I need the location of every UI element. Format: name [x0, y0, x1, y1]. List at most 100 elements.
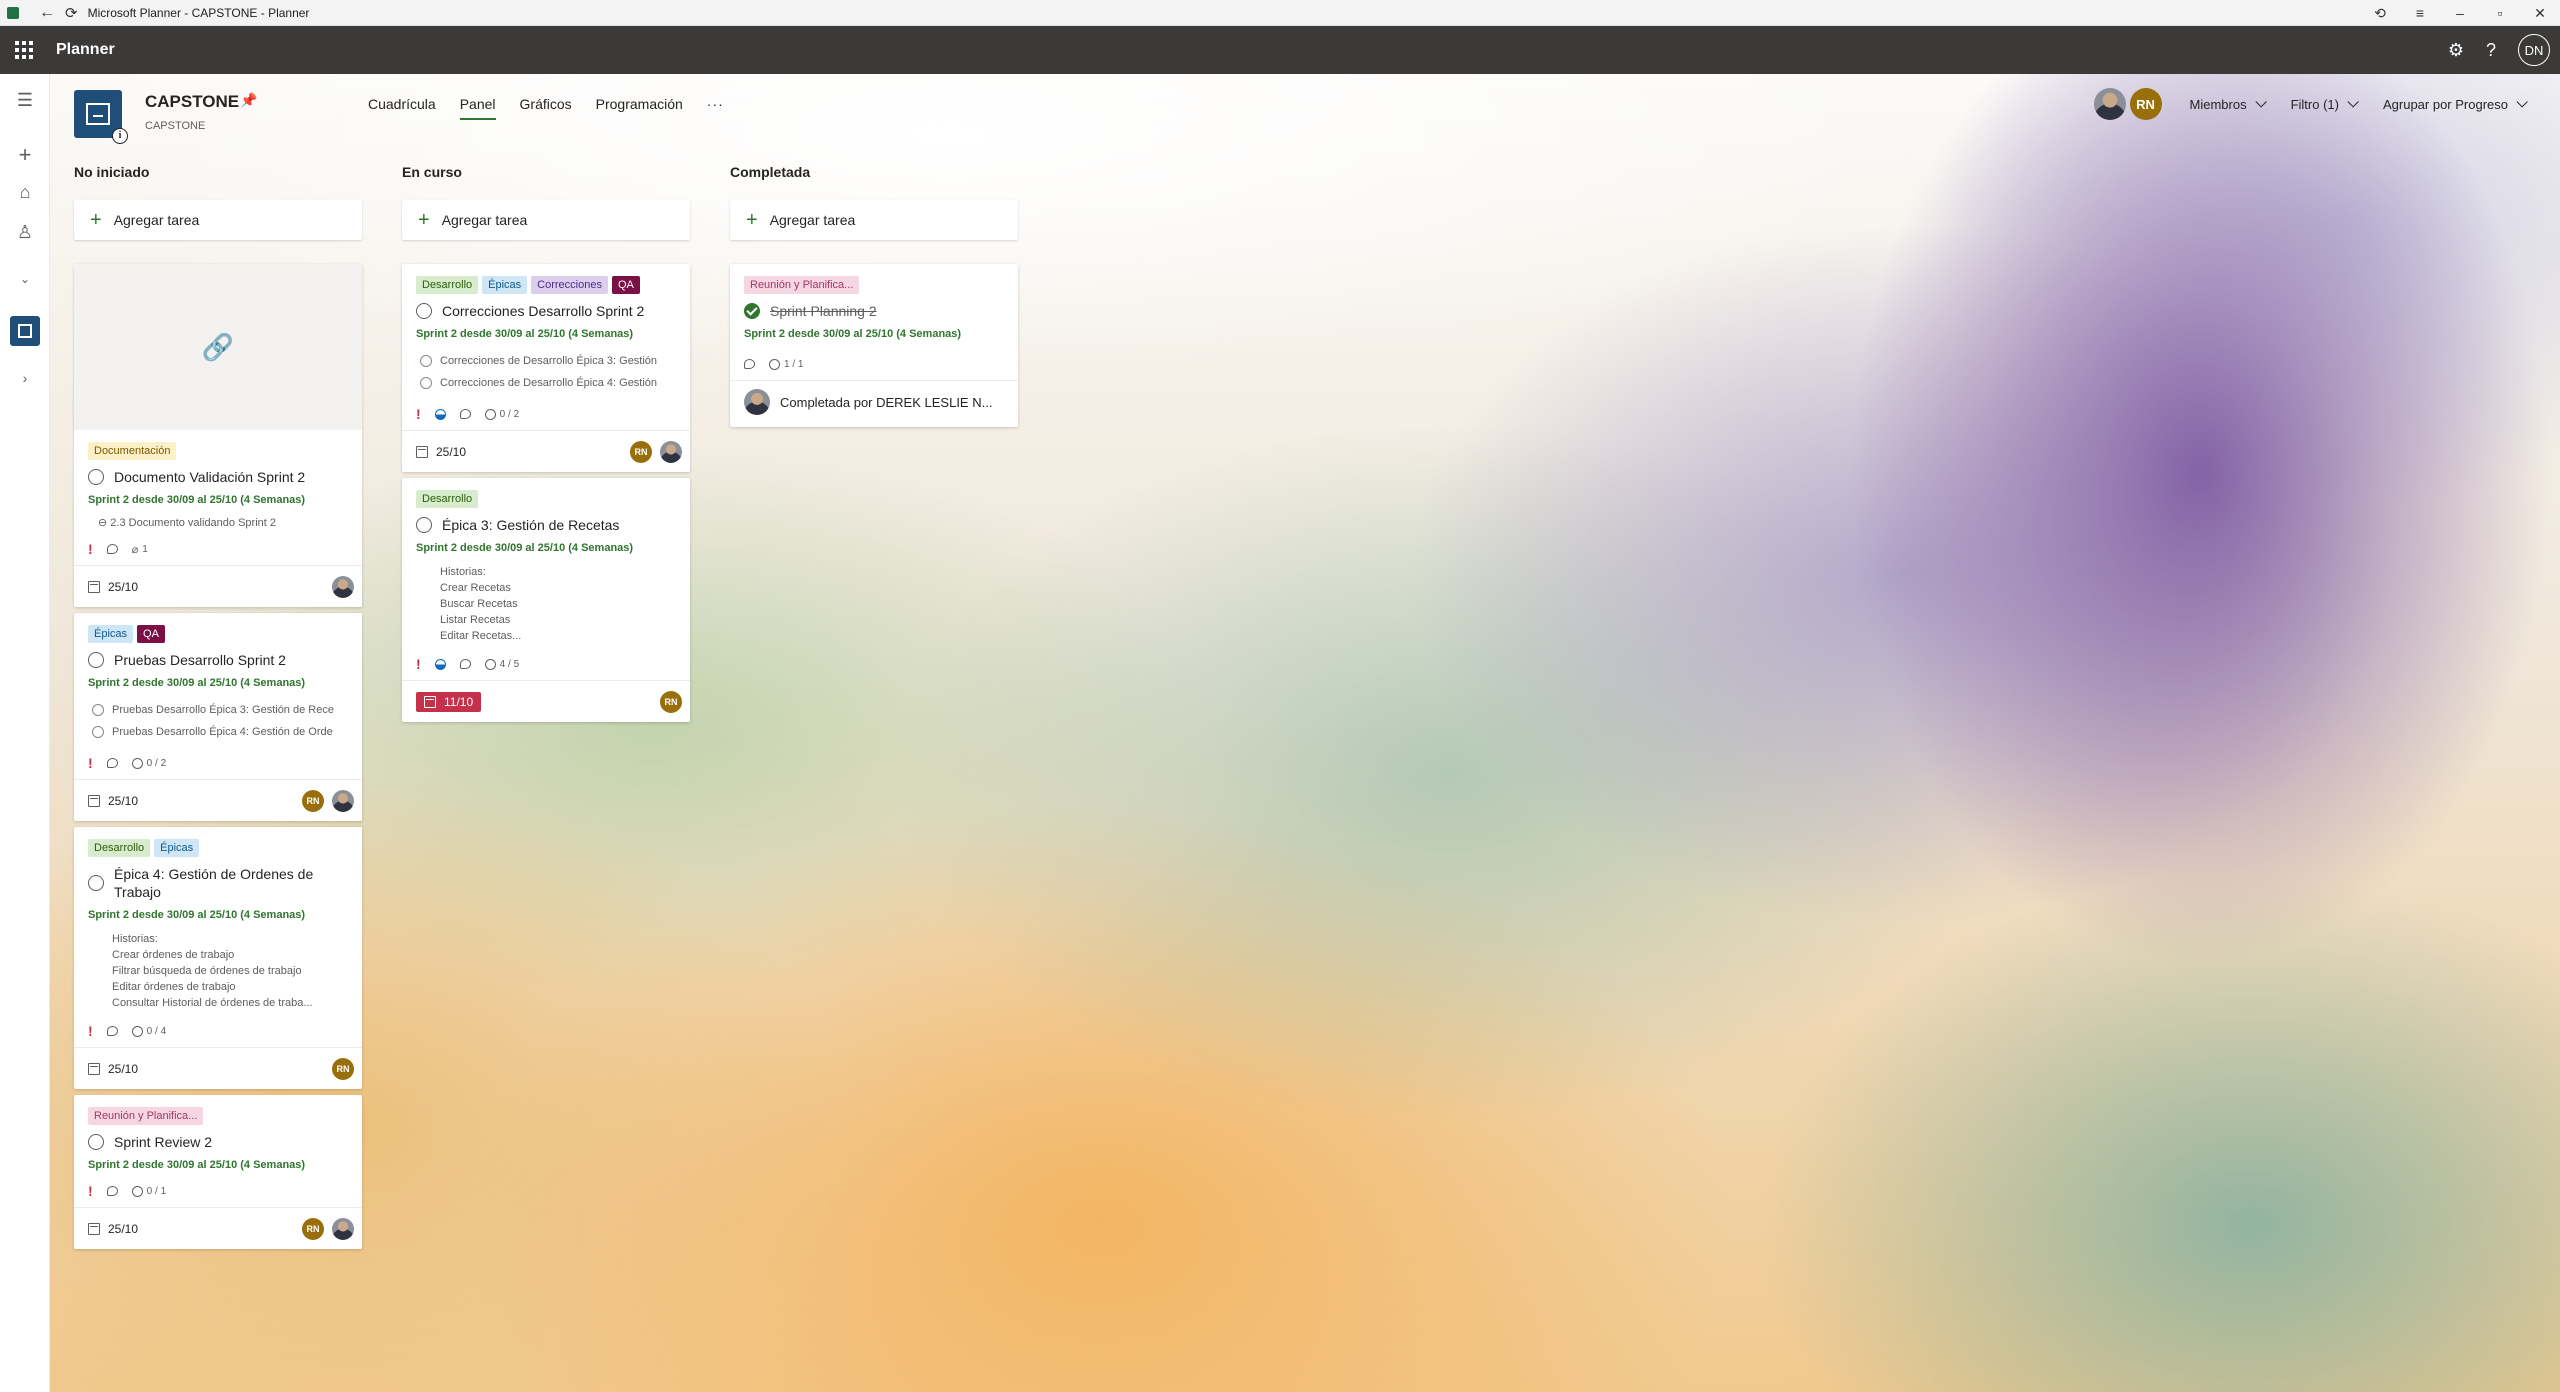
tab-board[interactable]: Panel: [459, 96, 496, 120]
refresh-icon[interactable]: ⟳: [65, 4, 78, 22]
task-card[interactable]: Desarrollo Épicas Correcciones QA Correc…: [402, 264, 690, 472]
checklist-checkbox[interactable]: [92, 704, 104, 716]
checklist-item[interactable]: Correcciones de Desarrollo Épica 4: Gest…: [420, 372, 676, 394]
add-task-button[interactable]: + Agregar tarea: [730, 200, 1018, 240]
assignee-avatar-rn: RN: [660, 690, 682, 713]
urgent-priority-icon: !: [416, 406, 421, 422]
members-button[interactable]: Miembros: [2190, 96, 2267, 112]
task-card[interactable]: Desarrollo Épicas Épica 4: Gestión de Ord…: [74, 827, 362, 1089]
due-date: 25/10: [88, 580, 138, 594]
pin-icon[interactable]: 📌: [240, 92, 257, 109]
completed-checkmark-icon[interactable]: [744, 303, 760, 319]
checklist-checkbox[interactable]: [420, 377, 432, 389]
member-avatar-photo[interactable]: [2093, 88, 2126, 120]
back-arrow-icon[interactable]: ←: [39, 4, 55, 22]
checklist-checkbox[interactable]: [92, 726, 104, 738]
due-date-text: 25/10: [108, 793, 139, 808]
due-date-text: 25/10: [108, 1061, 139, 1076]
urgent-priority-icon: !: [88, 541, 93, 557]
user-avatar[interactable]: DN: [2518, 34, 2550, 66]
group-by-button[interactable]: Agrupar por Progreso: [2383, 96, 2528, 112]
member-avatar-rn[interactable]: RN: [2129, 88, 2162, 120]
checklist-item-text: Correcciones de Desarrollo Épica 3: Gest…: [440, 355, 658, 367]
assignee-avatar-photo: [332, 789, 354, 812]
filter-button[interactable]: Filtro (1): [2291, 96, 2359, 112]
tab-charts[interactable]: Gráficos: [520, 96, 572, 120]
checklist-count: 4 / 5: [499, 658, 520, 670]
complete-task-checkbox[interactable]: [88, 1134, 104, 1150]
left-rail: ☰ + ⌂ ♙ ⌄ ›: [0, 74, 50, 1392]
complete-task-checkbox[interactable]: [416, 517, 432, 533]
help-icon[interactable]: ?: [2486, 40, 2496, 61]
more-options-icon[interactable]: ···: [707, 96, 724, 120]
checklist-item[interactable]: Pruebas Desarrollo Épica 3: Gestión de R…: [92, 699, 348, 721]
comment-icon: [459, 409, 471, 419]
task-card[interactable]: Desarrollo Épica 3: Gestión de Recetas S…: [402, 478, 690, 722]
comment-icon: [744, 359, 755, 369]
window-titlebar: ← ⟳ Microsoft Planner - CAPSTONE - Plann…: [0, 0, 2560, 26]
label-reunion-planificacion: Reunión y Planifica...: [744, 276, 860, 294]
label-desarrollo: Desarrollo: [416, 490, 479, 508]
tab-schedule[interactable]: Programación: [596, 96, 683, 120]
due-date-text: 25/10: [108, 579, 139, 594]
label-desarrollo: Desarrollo: [88, 839, 151, 857]
plan-group-name[interactable]: CAPSTONE: [145, 120, 205, 132]
complete-task-checkbox[interactable]: [88, 469, 104, 485]
close-button[interactable]: ✕: [2520, 5, 2560, 22]
task-description: Sprint 2 desde 30/09 al 25/10 (4 Semanas…: [88, 677, 306, 689]
bucket-in-progress: En curso + Agregar tarea Desarrollo Épica…: [402, 164, 690, 722]
checklist-item[interactable]: Pruebas Desarrollo Épica 4: Gestión de O…: [92, 721, 348, 743]
sync-icon[interactable]: ⟲: [2360, 5, 2400, 22]
task-card[interactable]: Reunión y Planifica... Sprint Planning 2…: [730, 264, 1018, 427]
link-preview[interactable]: 🔗: [74, 264, 362, 430]
task-description: Sprint 2 desde 30/09 al 25/10 (4 Semanas…: [744, 328, 962, 340]
home-icon[interactable]: ⌂: [0, 182, 50, 203]
attachment-link[interactable]: ⊖ 2.3 Documento validando Sprint 2: [98, 516, 348, 529]
task-title: Épica 4: Gestión de Ordenes de Trabajo: [114, 866, 314, 900]
checklist-icon: [484, 408, 496, 420]
complete-task-checkbox[interactable]: [88, 652, 104, 668]
app-name[interactable]: Planner: [56, 41, 115, 59]
tab-grid[interactable]: Cuadrícula: [368, 96, 436, 120]
new-plan-icon[interactable]: +: [0, 142, 50, 168]
attachment-count: 1: [142, 543, 148, 555]
menu-icon[interactable]: ≡: [2400, 5, 2440, 21]
info-icon[interactable]: i: [112, 128, 128, 144]
add-task-button[interactable]: + Agregar tarea: [402, 200, 690, 240]
task-title: Sprint Review 2: [114, 1134, 213, 1150]
due-date: 25/10: [88, 794, 138, 808]
my-tasks-person-icon[interactable]: ♙: [0, 222, 50, 243]
task-card[interactable]: 🔗 Documentación Documento Validación Spr…: [74, 264, 362, 607]
checklist-checkbox[interactable]: [420, 355, 432, 367]
window-title: Microsoft Planner - CAPSTONE - Planner: [87, 5, 310, 20]
comment-icon: [106, 544, 118, 554]
due-date-text: 11/10: [444, 694, 474, 709]
settings-gear-icon[interactable]: ⚙: [2448, 40, 2464, 61]
calendar-icon: [88, 794, 100, 807]
complete-task-checkbox[interactable]: [88, 875, 104, 891]
minimize-button[interactable]: –: [2440, 5, 2480, 21]
task-notes: Historias: Crear órdenes de trabajo Filt…: [112, 933, 313, 1009]
checklist-icon: [769, 358, 780, 370]
complete-task-checkbox[interactable]: [416, 303, 432, 319]
assignee-avatar-photo: [660, 440, 682, 463]
header-actions: RN Miembros Filtro (1) Agrupar por Progr…: [2093, 88, 2528, 120]
comment-icon: [106, 1026, 118, 1036]
assignee-avatar-photo: [332, 1217, 354, 1240]
bucket-title: No iniciado: [74, 164, 150, 180]
task-description: Sprint 2 desde 30/09 al 25/10 (4 Semanas…: [416, 542, 634, 554]
maximize-button[interactable]: ▫: [2480, 5, 2520, 21]
bucket-not-started: No iniciado + Agregar tarea 🔗 Documentaci…: [74, 164, 362, 1249]
task-card[interactable]: Épicas QA Pruebas Desarrollo Sprint 2 Spr…: [74, 613, 362, 821]
hamburger-menu-icon[interactable]: ☰: [0, 90, 50, 111]
checklist-item[interactable]: Correcciones de Desarrollo Épica 3: Gest…: [420, 350, 676, 372]
task-card[interactable]: Reunión y Planifica... Sprint Review 2 S…: [74, 1095, 362, 1249]
add-task-button[interactable]: + Agregar tarea: [74, 200, 362, 240]
chevron-down-icon[interactable]: ⌄: [0, 272, 50, 286]
label-qa: QA: [137, 625, 165, 643]
chevron-right-icon[interactable]: ›: [0, 370, 50, 386]
app-launcher-icon[interactable]: [0, 26, 48, 74]
task-notes: Historias: Crear Recetas Buscar Recetas …: [440, 566, 522, 642]
plan-capstone-rail-icon[interactable]: [10, 316, 40, 346]
urgent-priority-icon: !: [88, 1183, 93, 1199]
